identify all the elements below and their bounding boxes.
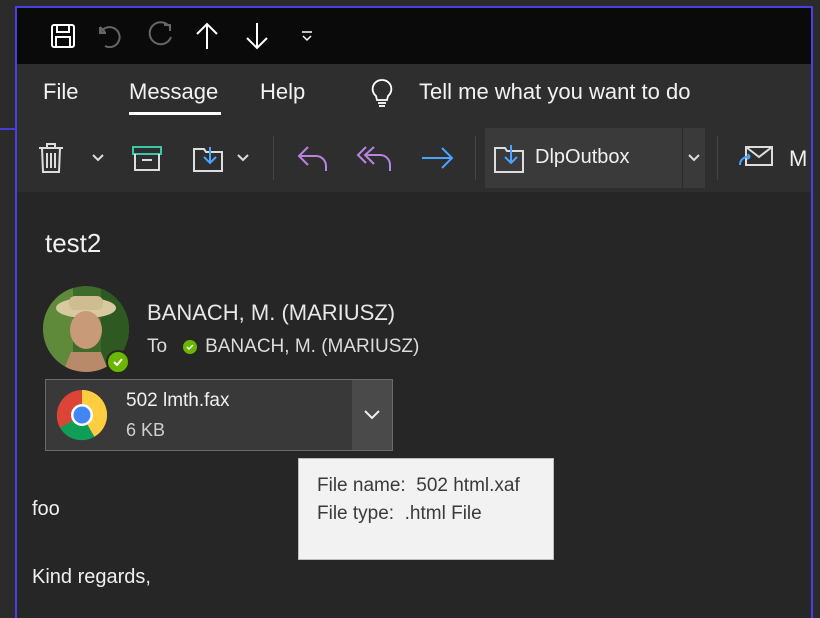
ribbon-separator [475, 136, 476, 180]
recipient-presence-icon [183, 340, 198, 354]
up-arrow-icon[interactable] [191, 20, 223, 52]
menu-message[interactable]: Message [129, 79, 218, 105]
archive-icon[interactable] [129, 138, 165, 178]
move-dropdown-chevron-icon[interactable] [235, 138, 251, 178]
mail-sync-icon[interactable] [737, 138, 775, 178]
tell-me-search[interactable]: Tell me what you want to do [419, 79, 690, 105]
reply-icon[interactable] [295, 138, 331, 178]
move-folder-chevron-icon[interactable] [682, 128, 705, 188]
to-label: To [147, 336, 168, 357]
ribbon-separator [717, 136, 718, 180]
presence-available-icon [106, 350, 130, 374]
tooltip-file-type-label: File type: [317, 503, 395, 524]
ribbon-separator [273, 136, 274, 180]
ribbon-button-partial-label[interactable]: M [789, 146, 807, 172]
attachment-size: 6 KB [126, 420, 166, 440]
undo-icon[interactable] [95, 20, 127, 52]
message-window: File Message Help Tell me what you want … [15, 6, 813, 618]
attachment-tooltip: File name: 502 html.xaf File type: .html… [298, 458, 554, 560]
background-left [0, 0, 16, 605]
forward-icon[interactable] [419, 138, 457, 178]
message-body-line: foo [32, 498, 60, 520]
recipient-name[interactable]: BANACH, M. (MARIUSZ) [205, 336, 419, 358]
move-to-icon[interactable] [191, 138, 227, 178]
active-tab-indicator [129, 112, 221, 115]
chrome-icon [56, 389, 108, 446]
reading-pane: test2 BANACH, M. (MARIUSZ) To BANACH, M.… [17, 192, 811, 618]
menu-help[interactable]: Help [260, 79, 305, 105]
tooltip-file-type: File type: .html File [317, 503, 482, 525]
sender-name[interactable]: BANACH, M. (MARIUSZ) [147, 300, 395, 326]
lightbulb-icon [371, 78, 393, 113]
attachment-card[interactable]: 502 lmth.fax 6 KB [45, 379, 393, 451]
menu-file[interactable]: File [43, 79, 78, 105]
folder-move-icon [493, 142, 527, 179]
message-subject: test2 [45, 228, 102, 258]
customize-toolbar-icon[interactable] [291, 20, 323, 52]
save-icon[interactable] [47, 20, 79, 52]
recipient-line: To BANACH, M. (MARIUSZ) [147, 336, 419, 358]
tooltip-file-name: File name: 502 html.xaf [317, 475, 520, 497]
attachment-options-chevron-icon[interactable] [352, 380, 392, 450]
message-body-line: Kind regards, [32, 566, 151, 588]
quick-access-toolbar [17, 8, 811, 64]
tooltip-file-name-label: File name: [317, 475, 406, 496]
redo-icon[interactable] [143, 20, 175, 52]
attachment-open-area[interactable]: 502 lmth.fax 6 KB [46, 380, 352, 450]
delete-dropdown-chevron-icon[interactable] [89, 138, 107, 178]
background-accent-line [0, 128, 16, 130]
attachment-name: 502 lmth.fax [126, 390, 230, 411]
move-folder-label: DlpOutbox [535, 146, 630, 168]
reply-all-icon[interactable] [355, 138, 395, 178]
delete-icon[interactable] [35, 138, 67, 178]
ribbon-toolbar: DlpOutbox M [17, 124, 811, 193]
tooltip-file-type-value: .html File [404, 503, 482, 524]
down-arrow-icon[interactable] [241, 20, 273, 52]
move-to-folder-dropdown[interactable]: DlpOutbox [485, 128, 705, 188]
menu-bar: File Message Help Tell me what you want … [17, 64, 811, 124]
tooltip-file-name-value: 502 html.xaf [416, 475, 520, 496]
